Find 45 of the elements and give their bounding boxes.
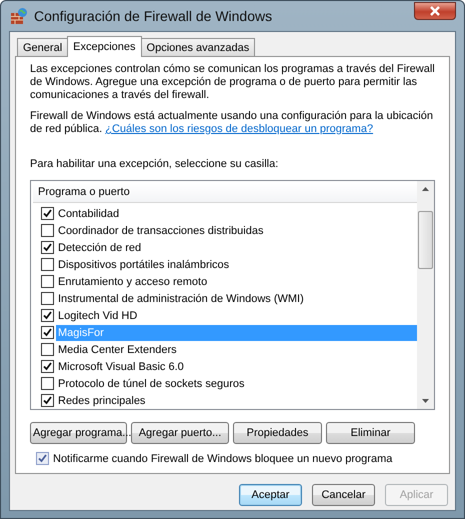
dialog-button[interactable]: Aceptar [239,484,302,506]
tab[interactable]: Opciones avanzadas [140,38,256,56]
list-item[interactable]: Contabilidad [56,206,417,222]
intro-text: Las excepciones controlan cómo se comunican los programas a través del Firewall de Windows. Agregue una excepción de programa o de puerto para permitir las comunicaciones a través del firewall. [30,63,435,102]
list-item[interactable]: Logitech Vid HD [56,308,417,324]
checkbox[interactable] [41,360,54,373]
dialog-button[interactable]: Cancelar [312,484,375,506]
checkbox[interactable] [41,292,54,305]
list-item[interactable]: Dispositivos portátiles inalámbricos [56,256,417,272]
checkbox[interactable] [41,275,54,288]
brick-wall-globe-icon [10,7,28,25]
list-item[interactable]: Media Center Extenders [56,342,417,358]
scroll-down-icon[interactable] [422,399,429,403]
checkbox[interactable] [41,224,54,237]
list-item[interactable]: Detección de red [56,240,417,256]
list-action-button[interactable]: Propiedades [233,422,322,444]
scroll-thumb[interactable] [418,211,433,269]
list-prompt: Para habilitar una excepción, seleccione su casilla: [30,158,280,170]
notify-checkbox[interactable] [36,452,49,465]
list-item[interactable]: Microsoft Visual Basic 6.0 [56,358,417,374]
checkbox[interactable] [41,241,54,254]
list-item[interactable]: Instrumental de administración de Windows (WMI) [56,290,417,306]
list-item[interactable]: Protocolo de túnel de sockets seguros [56,376,417,392]
list-action-button[interactable]: Eliminar [326,422,415,444]
list-action-button[interactable]: Agregar puerto... [131,422,229,444]
close-icon [429,6,441,16]
tab[interactable]: General [17,38,68,56]
checkbox[interactable] [41,309,54,322]
list-item[interactable]: Redes principales [56,392,417,408]
risk-link[interactable]: ¿Cuáles son los riesgos de desbloquear un programa? [105,123,374,135]
window-title: Configuración de Firewall de Windows [34,8,274,24]
scroll-up-icon[interactable] [422,187,429,191]
location-note: Firewall de Windows está actualmente usando una configuración para la ubicación de red pública. ¿Cuáles son los riesgos de desbloquear un programa? [30,110,434,136]
list-item[interactable]: Coordinador de transacciones distribuidas [56,222,417,238]
checkbox[interactable] [41,258,54,271]
list-item[interactable]: Enrutamiento y acceso remoto [56,274,417,290]
checkbox[interactable] [41,207,54,220]
checkbox[interactable] [41,377,54,390]
close-button[interactable] [414,2,456,20]
tab[interactable]: Excepciones [67,36,142,57]
checkbox[interactable] [41,394,54,407]
notify-label: Notificarme cuando Firewall de Windows bloquee un nuevo programa [53,452,392,464]
checkbox[interactable] [41,343,54,356]
checkbox[interactable] [41,326,54,339]
scrollbar[interactable] [417,181,434,409]
